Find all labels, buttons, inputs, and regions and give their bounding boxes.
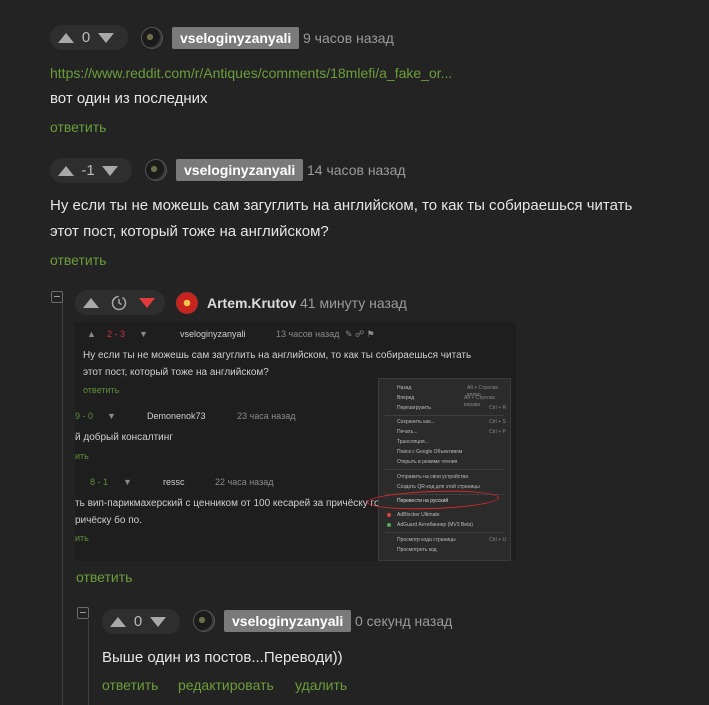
comment-time[interactable]: 0 секунд назад (355, 610, 452, 632)
screenshot-username: vseloginyzanyali (180, 329, 246, 339)
menu-item: Назад (397, 385, 412, 391)
comment-score: 0 (133, 613, 143, 630)
upvote-icon[interactable] (58, 165, 74, 176)
avatar[interactable] (145, 159, 167, 181)
menu-item: Открыть в режиме чтения (397, 459, 458, 465)
screenshot-score: 2 - 3 (107, 329, 126, 339)
vote-widget: 0 (102, 609, 180, 634)
thread-line (88, 620, 89, 705)
reply-button[interactable]: ответить (102, 675, 158, 695)
menu-item: Перезагрузить (397, 405, 431, 411)
edit-button[interactable]: редактировать (178, 675, 274, 695)
screenshot-time: 13 часов назад (276, 329, 340, 339)
screenshot-time: 22 часа назад (215, 477, 274, 487)
comment-score: -1 (81, 162, 95, 179)
username-badge[interactable]: vseloginyzanyali (172, 27, 300, 49)
comment-link[interactable]: https://www.reddit.com/r/Antiques/commen… (50, 63, 452, 83)
upvote-icon[interactable] (83, 297, 99, 308)
avatar[interactable] (141, 27, 163, 49)
screenshot-reply: ить (75, 451, 89, 461)
downvote-icon[interactable] (102, 165, 118, 176)
screenshot-text-line: ричёску бо по. (75, 515, 143, 526)
comment-score: 0 (81, 29, 91, 46)
menu-shortcut: Ctrl + U (489, 537, 507, 543)
menu-item: AdBlocker Ultimate (397, 512, 440, 518)
avatar[interactable] (193, 610, 215, 632)
screenshot-text-line: Ну если ты не можешь сам загуглить на ан… (83, 350, 472, 361)
comment-text-line: Ну если ты не можешь сам загуглить на ан… (50, 197, 633, 214)
menu-item: Трансляция... (397, 439, 429, 445)
downvote-icon[interactable] (98, 32, 114, 43)
reply-button[interactable]: ответить (50, 250, 106, 270)
screenshot-score: 9 - 0 (75, 411, 94, 421)
thread-line (62, 300, 63, 705)
username[interactable]: Artem.Krutov (207, 292, 296, 314)
screenshot-downvote: ▼ (107, 411, 116, 421)
username-badge[interactable]: vseloginyzanyali (224, 610, 352, 632)
comment-text: Выше один из постов...Переводи)) (102, 649, 343, 666)
screenshot-text-line: ть вип-парикмахерский с ценником от 100 … (75, 498, 386, 509)
menu-item: Вперед (397, 395, 415, 401)
menu-item: Отправить на свои устройства (397, 474, 468, 480)
reply-button[interactable]: ответить (76, 567, 132, 587)
clock-icon (111, 295, 127, 310)
menu-separator (385, 415, 504, 416)
comment-time[interactable]: 41 минуту назад (300, 292, 407, 314)
attached-screenshot[interactable]: ▲ 2 - 3 ▼ vseloginyzanyali 13 часов наза… (75, 322, 516, 561)
downvote-icon[interactable] (150, 616, 166, 627)
comment-text: вот один из последних (50, 90, 208, 107)
comment-time[interactable]: 14 часов назад (307, 159, 406, 181)
comment-text-line: этот пост, который тоже на английском? (50, 223, 329, 240)
menu-shortcut: Ctrl + S (489, 419, 506, 425)
vote-widget: 0 (50, 25, 128, 50)
comment-time[interactable]: 9 часов назад (303, 27, 394, 49)
menu-item: Печать... (397, 429, 418, 435)
reply-button[interactable]: ответить (50, 117, 106, 137)
menu-item: Сохранить как... (397, 419, 435, 425)
screenshot-context-menu: Назад Вперед Перезагрузить Сохранить как… (366, 378, 511, 561)
menu-item: Просмотреть код (397, 547, 437, 553)
screenshot-time: 23 часа назад (237, 411, 296, 421)
screenshot-score: 8 - 1 (90, 477, 109, 487)
delete-button[interactable]: удалить (295, 675, 347, 695)
collapse-toggle[interactable] (77, 607, 89, 619)
menu-shortcut: Ctrl + P (489, 429, 506, 435)
menu-item: Поиск с Google Объективом (397, 449, 463, 455)
extension-icon (387, 523, 391, 527)
vote-widget: -1 (50, 158, 132, 183)
translate-highlight-ellipse (366, 488, 500, 512)
screenshot-upvote: ▲ (87, 329, 96, 339)
vote-widget (75, 290, 165, 315)
menu-shortcut: Ctrl + R (489, 405, 507, 411)
extension-icon (387, 513, 391, 517)
username-badge[interactable]: vseloginyzanyali (176, 159, 304, 181)
screenshot-toolbar: ✎ ☍ ⚑ (345, 329, 375, 339)
screenshot-username: Demonenok73 (147, 411, 206, 421)
collapse-toggle[interactable] (51, 291, 63, 303)
menu-separator (385, 532, 504, 533)
menu-item: AdGuard Антибаннер (МV3 Beta) (397, 522, 473, 528)
downvote-icon[interactable] (139, 297, 155, 308)
screenshot-text-line: й добрый консалтинг (75, 432, 173, 443)
screenshot-reply: ответить (83, 385, 120, 395)
upvote-icon[interactable] (58, 32, 74, 43)
screenshot-downvote: ▼ (123, 477, 132, 487)
menu-separator (385, 469, 504, 470)
screenshot-downvote: ▼ (139, 329, 148, 339)
menu-item: Просмотр кода страницы (397, 537, 456, 543)
upvote-icon[interactable] (110, 616, 126, 627)
screenshot-username: ressc (163, 477, 185, 487)
screenshot-text-line: этот пост, который тоже на английском? (83, 367, 269, 378)
screenshot-reply: ить (75, 533, 89, 543)
avatar[interactable] (176, 292, 198, 314)
